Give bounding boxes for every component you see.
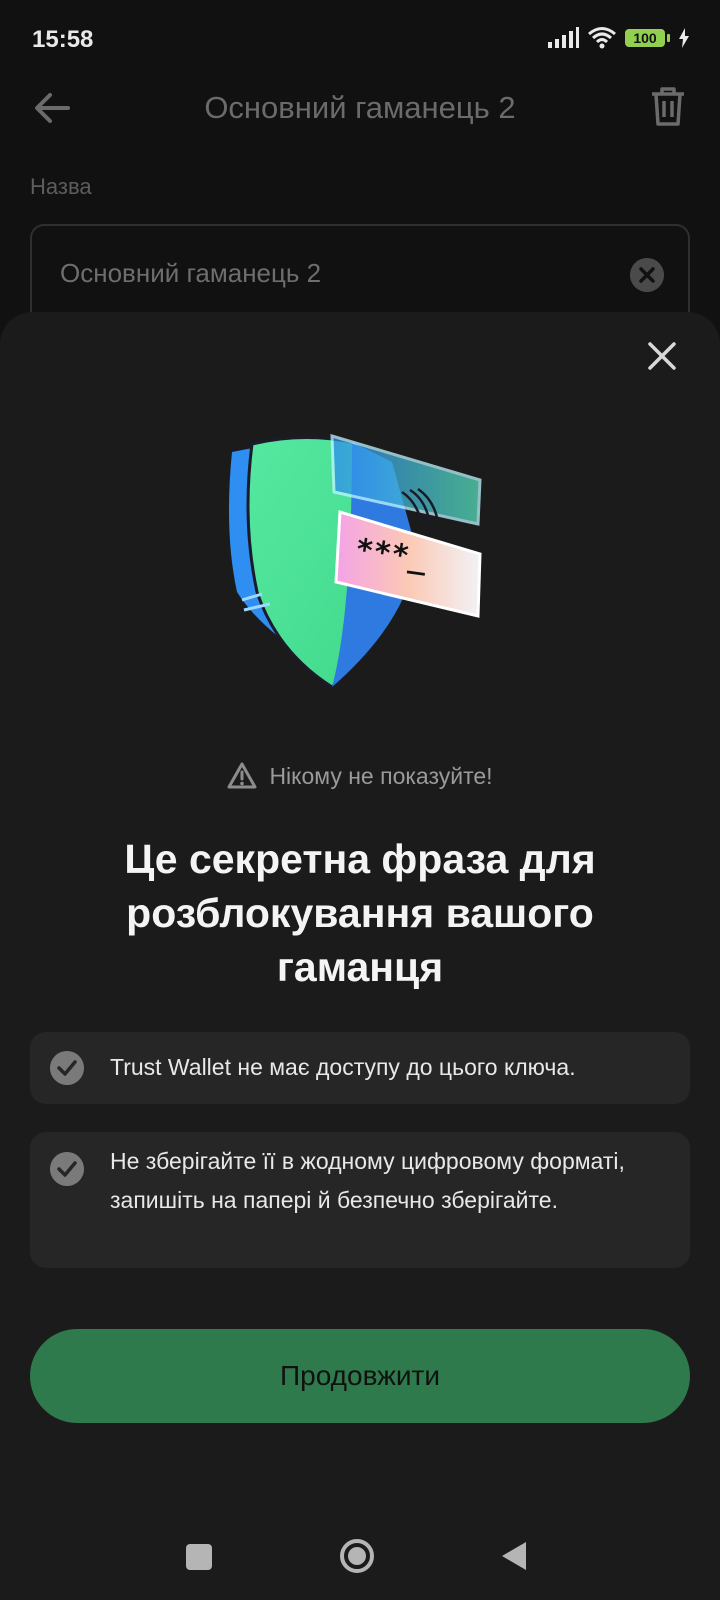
- charging-icon: [679, 28, 689, 48]
- info-card-text: Не зберігайте її в жодному цифровому фор…: [110, 1148, 625, 1213]
- warning-text: Нікому не показуйте!: [269, 762, 493, 789]
- wallet-title: Основний гаманець 2: [204, 90, 516, 125]
- top-bar: Основний гаманець 2: [0, 80, 720, 150]
- trash-icon[interactable]: [646, 84, 690, 128]
- info-card: Trust Wallet не має доступу до цього клю…: [30, 1032, 690, 1104]
- wallet-name-value: Основний гаманець 2: [60, 258, 322, 288]
- warning-row: Нікому не показуйте!: [0, 762, 720, 790]
- status-time: 15:58: [32, 26, 94, 53]
- signal-icon: [548, 27, 579, 48]
- close-icon[interactable]: [642, 336, 682, 376]
- warning-icon: [227, 762, 257, 789]
- check-circle-icon: [50, 1051, 84, 1085]
- wallet-name-input[interactable]: Основний гаманець 2: [30, 224, 690, 324]
- wifi-icon: [588, 27, 616, 49]
- shield-illustration: ***_: [228, 433, 482, 689]
- check-circle-icon: [50, 1152, 84, 1186]
- home-icon[interactable]: [339, 1538, 375, 1574]
- name-label: Назва: [30, 174, 92, 199]
- continue-button[interactable]: Продовжити: [30, 1329, 690, 1423]
- recents-icon[interactable]: [186, 1544, 212, 1570]
- secret-phrase-sheet: ***_ Нікому не показуйте! Це секретна фр…: [0, 312, 720, 1600]
- battery-tip: [667, 34, 670, 42]
- info-card: Не зберігайте її в жодному цифровому фор…: [30, 1132, 690, 1268]
- status-bar: 15:58 100: [0, 0, 720, 80]
- info-card-text: Trust Wallet не має доступу до цього клю…: [110, 1054, 576, 1080]
- sheet-headline: Це секретна фраза для розблокування вашо…: [124, 836, 596, 990]
- nav-back-icon[interactable]: [500, 1540, 528, 1572]
- system-nav-bar: [0, 1500, 720, 1600]
- status-icons: 100: [547, 26, 690, 50]
- clear-icon[interactable]: [630, 258, 664, 292]
- battery-icon: 100: [625, 29, 670, 47]
- battery-level: 100: [625, 29, 665, 47]
